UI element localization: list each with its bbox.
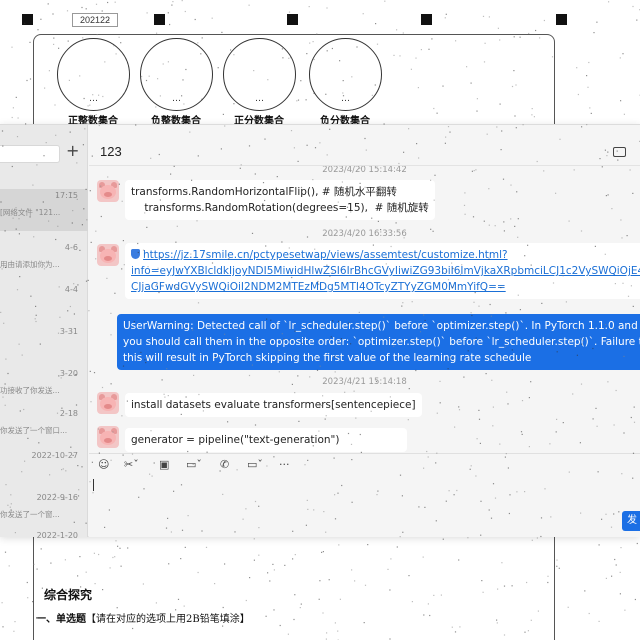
sent-message-bubble[interactable]: UserWarning: Detected call of `lr_schedu… bbox=[117, 314, 640, 370]
page-number-box: 202122 bbox=[72, 13, 118, 27]
message-timestamp: 2023/4/21 15:14:18 bbox=[322, 377, 407, 387]
send-button[interactable]: 发 bbox=[622, 511, 640, 531]
link-message-bubble[interactable]: https://jz.17smile.cn/pctypesetwap/views… bbox=[125, 243, 640, 299]
registration-mark bbox=[287, 14, 298, 25]
add-icon[interactable]: + bbox=[66, 142, 79, 160]
registration-mark bbox=[154, 14, 165, 25]
set-circle-negative-integers: … bbox=[140, 38, 213, 111]
more-icon[interactable]: ··· bbox=[279, 458, 290, 472]
phone-icon[interactable]: ✆ bbox=[220, 458, 229, 472]
chat-window: + 17:15 [网络文件 "121... 4-6 用由请添加你为... 4-4… bbox=[0, 124, 640, 540]
conversation-item[interactable]: 2022-1-20 bbox=[0, 529, 88, 571]
screen-share-icon[interactable] bbox=[613, 147, 626, 157]
conversation-item[interactable]: 3-31 bbox=[0, 325, 88, 367]
message-timestamp: 2023/4/20 16:33:56 bbox=[322, 229, 407, 239]
input-toolbar: ☺ ✂ˇ ▣ ▭ˇ ✆ ▭ˇ ··· bbox=[89, 453, 640, 475]
set-circle-negative-fractions: … bbox=[309, 38, 382, 111]
set-circle-positive-fractions: … bbox=[223, 38, 296, 111]
section-subtitle: 一、单选题【请在对应的选项上用2B铅笔填涂】 bbox=[36, 614, 250, 625]
message-bubble[interactable]: transforms.RandomHorizontalFlip(), # 随机水… bbox=[125, 180, 435, 220]
shield-icon bbox=[131, 249, 140, 259]
registration-mark bbox=[22, 14, 33, 25]
avatar[interactable] bbox=[97, 244, 119, 266]
message-timestamp: 2023/4/20 15:14:42 bbox=[322, 166, 407, 175]
conversation-item[interactable]: 2022-9-16 你发送了一个窗... bbox=[0, 491, 88, 533]
conversation-item[interactable]: 17:15 [网络文件 "121... bbox=[0, 189, 88, 231]
conversation-item[interactable]: 4-4 bbox=[0, 283, 88, 325]
message-input[interactable] bbox=[89, 475, 640, 537]
set-circle-positive-integers: … bbox=[57, 38, 130, 111]
conversation-item[interactable]: 3-20 功接收了你发送... bbox=[0, 367, 88, 409]
message-link[interactable]: CJjaGFwdGVySWQiOiI2NDM2MTEzMDg5MTI4OTcyZ… bbox=[131, 279, 639, 295]
avatar[interactable] bbox=[97, 180, 119, 202]
conversation-item[interactable]: 2022-10-27 bbox=[0, 449, 88, 491]
emoji-icon[interactable]: ☺ bbox=[98, 458, 109, 472]
section-title: 综合探究 bbox=[44, 588, 93, 602]
video-icon[interactable]: ▭ˇ bbox=[247, 458, 263, 472]
avatar[interactable] bbox=[97, 426, 119, 448]
message-bubble[interactable]: install datasets evaluate transformers[s… bbox=[125, 393, 422, 417]
conversation-sidebar: + 17:15 [网络文件 "121... 4-6 用由请添加你为... 4-4… bbox=[0, 125, 88, 540]
message-link[interactable]: info=eyJwYXBlcldkIjoyNDI5MiwidHlwZSI6IrB… bbox=[131, 263, 640, 279]
scissors-icon[interactable]: ✂ˇ bbox=[124, 458, 139, 472]
search-input[interactable] bbox=[0, 145, 60, 163]
conversation-item[interactable]: 2-18 你发送了一个窗口... bbox=[0, 407, 88, 449]
message-bubble[interactable]: generator = pipeline("text-generation") bbox=[125, 428, 407, 452]
text-caret bbox=[93, 479, 94, 491]
registration-mark bbox=[556, 14, 567, 25]
message-list: 2023/4/20 15:14:42 transforms.RandomHori… bbox=[89, 166, 640, 453]
message-link[interactable]: https://jz.17smile.cn/pctypesetwap/views… bbox=[131, 247, 639, 263]
folder-icon[interactable]: ▭ˇ bbox=[186, 458, 202, 472]
registration-mark bbox=[421, 14, 432, 25]
avatar[interactable] bbox=[97, 392, 119, 414]
image-icon[interactable]: ▣ bbox=[159, 458, 169, 472]
conversation-item[interactable]: 4-6 用由请添加你为... bbox=[0, 241, 88, 283]
chat-title: 123 bbox=[100, 144, 122, 159]
